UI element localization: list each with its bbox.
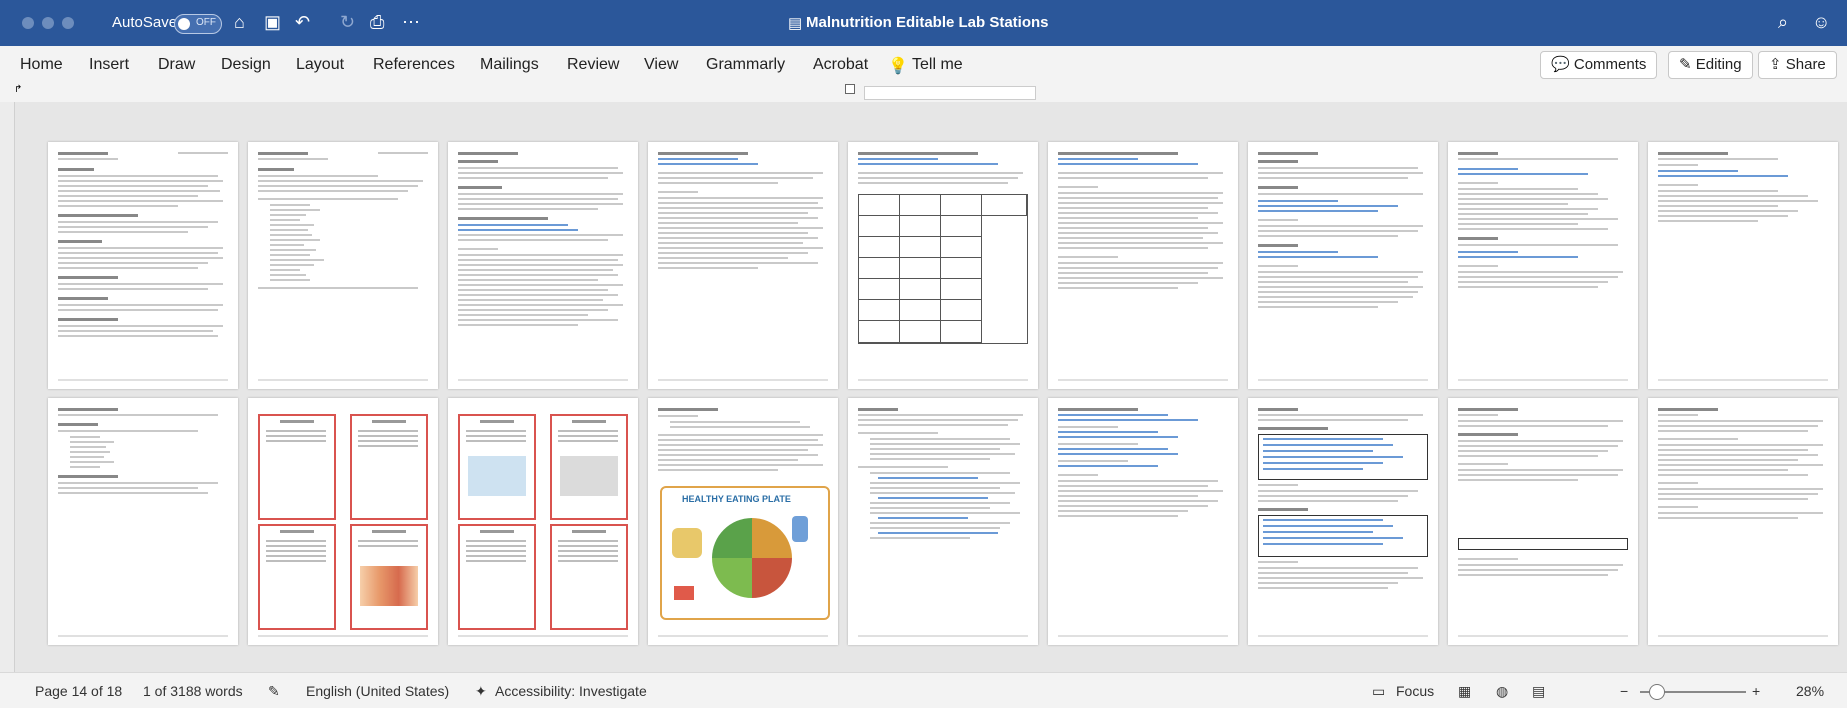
accessibility-icon[interactable]: ✦ — [475, 683, 487, 700]
page-thumbnail[interactable] — [848, 142, 1038, 389]
water-glass-icon — [792, 516, 808, 542]
page-thumbnail[interactable] — [1248, 398, 1438, 645]
ruler: ↱ — [0, 84, 1847, 102]
maximize-window-button[interactable] — [62, 17, 74, 29]
plate-circle — [712, 518, 792, 598]
close-window-button[interactable] — [22, 17, 34, 29]
page-thumbnail[interactable] — [48, 398, 238, 645]
page-thumbnail[interactable] — [448, 142, 638, 389]
tab-insert[interactable]: Insert — [89, 56, 129, 74]
links-table — [1258, 434, 1428, 480]
question-card — [458, 414, 536, 520]
autosave-toggle[interactable]: OFF — [174, 14, 222, 34]
page-thumbnail[interactable] — [1248, 142, 1438, 389]
proofing-icon[interactable]: ✎ — [268, 683, 280, 700]
document-icon: ▤ — [788, 15, 803, 32]
read-mode-icon[interactable]: ▤ — [1532, 683, 1545, 700]
print-layout-icon[interactable]: ▦ — [1458, 683, 1471, 700]
redo-icon[interactable]: ↻ — [340, 12, 355, 33]
save-icon[interactable]: ▣ — [264, 12, 281, 33]
data-table — [858, 194, 1028, 344]
page-thumbnail[interactable] — [848, 398, 1038, 645]
tab-grammarly[interactable]: Grammarly — [706, 56, 785, 74]
stay-active-icon — [674, 586, 694, 600]
share-profile-icon[interactable]: ☺ — [1812, 12, 1830, 33]
zoom-level[interactable]: 28% — [1796, 683, 1824, 699]
language-status[interactable]: English (United States) — [306, 683, 449, 699]
page-thumbnail[interactable] — [448, 398, 638, 645]
tab-stop-icon[interactable]: ↱ — [14, 84, 22, 95]
web-layout-icon[interactable]: ◍ — [1496, 683, 1508, 700]
page-thumbnail[interactable] — [248, 142, 438, 389]
page-thumbnail[interactable] — [248, 398, 438, 645]
page-thumbnail[interactable]: HEALTHY EATING PLATE — [648, 398, 838, 645]
share-button[interactable]: ⇪ Share — [1758, 51, 1837, 79]
zoom-in-button[interactable]: + — [1752, 683, 1760, 699]
undo-icon[interactable]: ↶ — [295, 12, 310, 33]
page-thumbnail[interactable] — [648, 142, 838, 389]
zoom-out-button[interactable]: − — [1620, 683, 1628, 699]
document-canvas[interactable]: HEALTHY EATING PLATE — [16, 102, 1847, 672]
editing-button[interactable]: ✎ Editing — [1668, 51, 1753, 79]
tab-home[interactable]: Home — [20, 56, 63, 74]
page-thumbnail[interactable] — [1648, 142, 1838, 389]
zoom-slider-knob[interactable] — [1649, 684, 1665, 700]
question-card — [458, 524, 536, 630]
question-card — [258, 524, 336, 630]
healthy-eating-plate-image: HEALTHY EATING PLATE — [660, 486, 830, 620]
question-card — [550, 414, 628, 520]
tell-me-field[interactable]: Tell me — [912, 56, 963, 74]
ribbon: Home Insert Draw Design Layout Reference… — [0, 46, 1847, 85]
tab-draw[interactable]: Draw — [158, 56, 195, 74]
print-icon[interactable]: ⎙ — [370, 12, 384, 33]
tab-design[interactable]: Design — [221, 56, 271, 74]
document-title: Malnutrition Editable Lab Stations — [806, 14, 1049, 31]
vertical-ruler — [0, 102, 15, 672]
more-icon[interactable]: ⋯ — [402, 12, 420, 33]
autosave-label: AutoSave — [112, 14, 178, 31]
map-image — [468, 456, 526, 496]
home-icon[interactable]: ⌂ — [234, 12, 245, 33]
tab-layout[interactable]: Layout — [296, 56, 344, 74]
accessibility-status[interactable]: Accessibility: Investigate — [495, 683, 647, 699]
question-card — [350, 524, 428, 630]
status-bar: Page 14 of 18 1 of 3188 words ✎ English … — [0, 672, 1847, 708]
question-card — [258, 414, 336, 520]
links-table — [1258, 515, 1428, 557]
page-thumbnail[interactable] — [1048, 142, 1238, 389]
focus-button[interactable]: Focus — [1396, 683, 1434, 699]
title-bar: AutoSave OFF ⌂ ▣ ↶ ↻ ⎙ ⋯ ▤ Malnutrition … — [0, 0, 1847, 46]
comment-icon: 💬 — [1551, 56, 1574, 73]
ruler-bar[interactable] — [864, 86, 1036, 100]
photo-image — [560, 456, 618, 496]
tab-view[interactable]: View — [644, 56, 678, 74]
autosave-state: OFF — [196, 17, 216, 28]
focus-icon[interactable]: ▭ — [1372, 683, 1385, 700]
search-icon[interactable]: ⌕ — [1778, 12, 1788, 33]
tab-references[interactable]: References — [373, 56, 455, 74]
page-thumbnail[interactable] — [1048, 398, 1238, 645]
claim-box — [1458, 538, 1628, 550]
minimize-window-button[interactable] — [42, 17, 54, 29]
question-card — [350, 414, 428, 520]
toggle-knob — [178, 18, 190, 30]
comments-button[interactable]: 💬 Comments — [1540, 51, 1658, 79]
tab-review[interactable]: Review — [567, 56, 619, 74]
word-count[interactable]: 1 of 3188 words — [143, 683, 243, 699]
indent-marker[interactable] — [845, 84, 855, 94]
page-thumbnail[interactable] — [1648, 398, 1838, 645]
pencil-icon: ✎ — [1679, 56, 1696, 73]
oil-bottle-icon — [672, 528, 702, 558]
map-image — [360, 566, 418, 606]
share-icon: ⇪ — [1769, 56, 1786, 73]
tab-acrobat[interactable]: Acrobat — [813, 56, 868, 74]
lightbulb-icon: 💡 — [888, 58, 908, 75]
page-thumbnail[interactable] — [1448, 398, 1638, 645]
tab-mailings[interactable]: Mailings — [480, 56, 539, 74]
page-thumbnail[interactable] — [1448, 142, 1638, 389]
page-count[interactable]: Page 14 of 18 — [35, 683, 122, 699]
question-card — [550, 524, 628, 630]
plate-title: HEALTHY EATING PLATE — [682, 494, 791, 504]
page-thumbnail[interactable] — [48, 142, 238, 389]
